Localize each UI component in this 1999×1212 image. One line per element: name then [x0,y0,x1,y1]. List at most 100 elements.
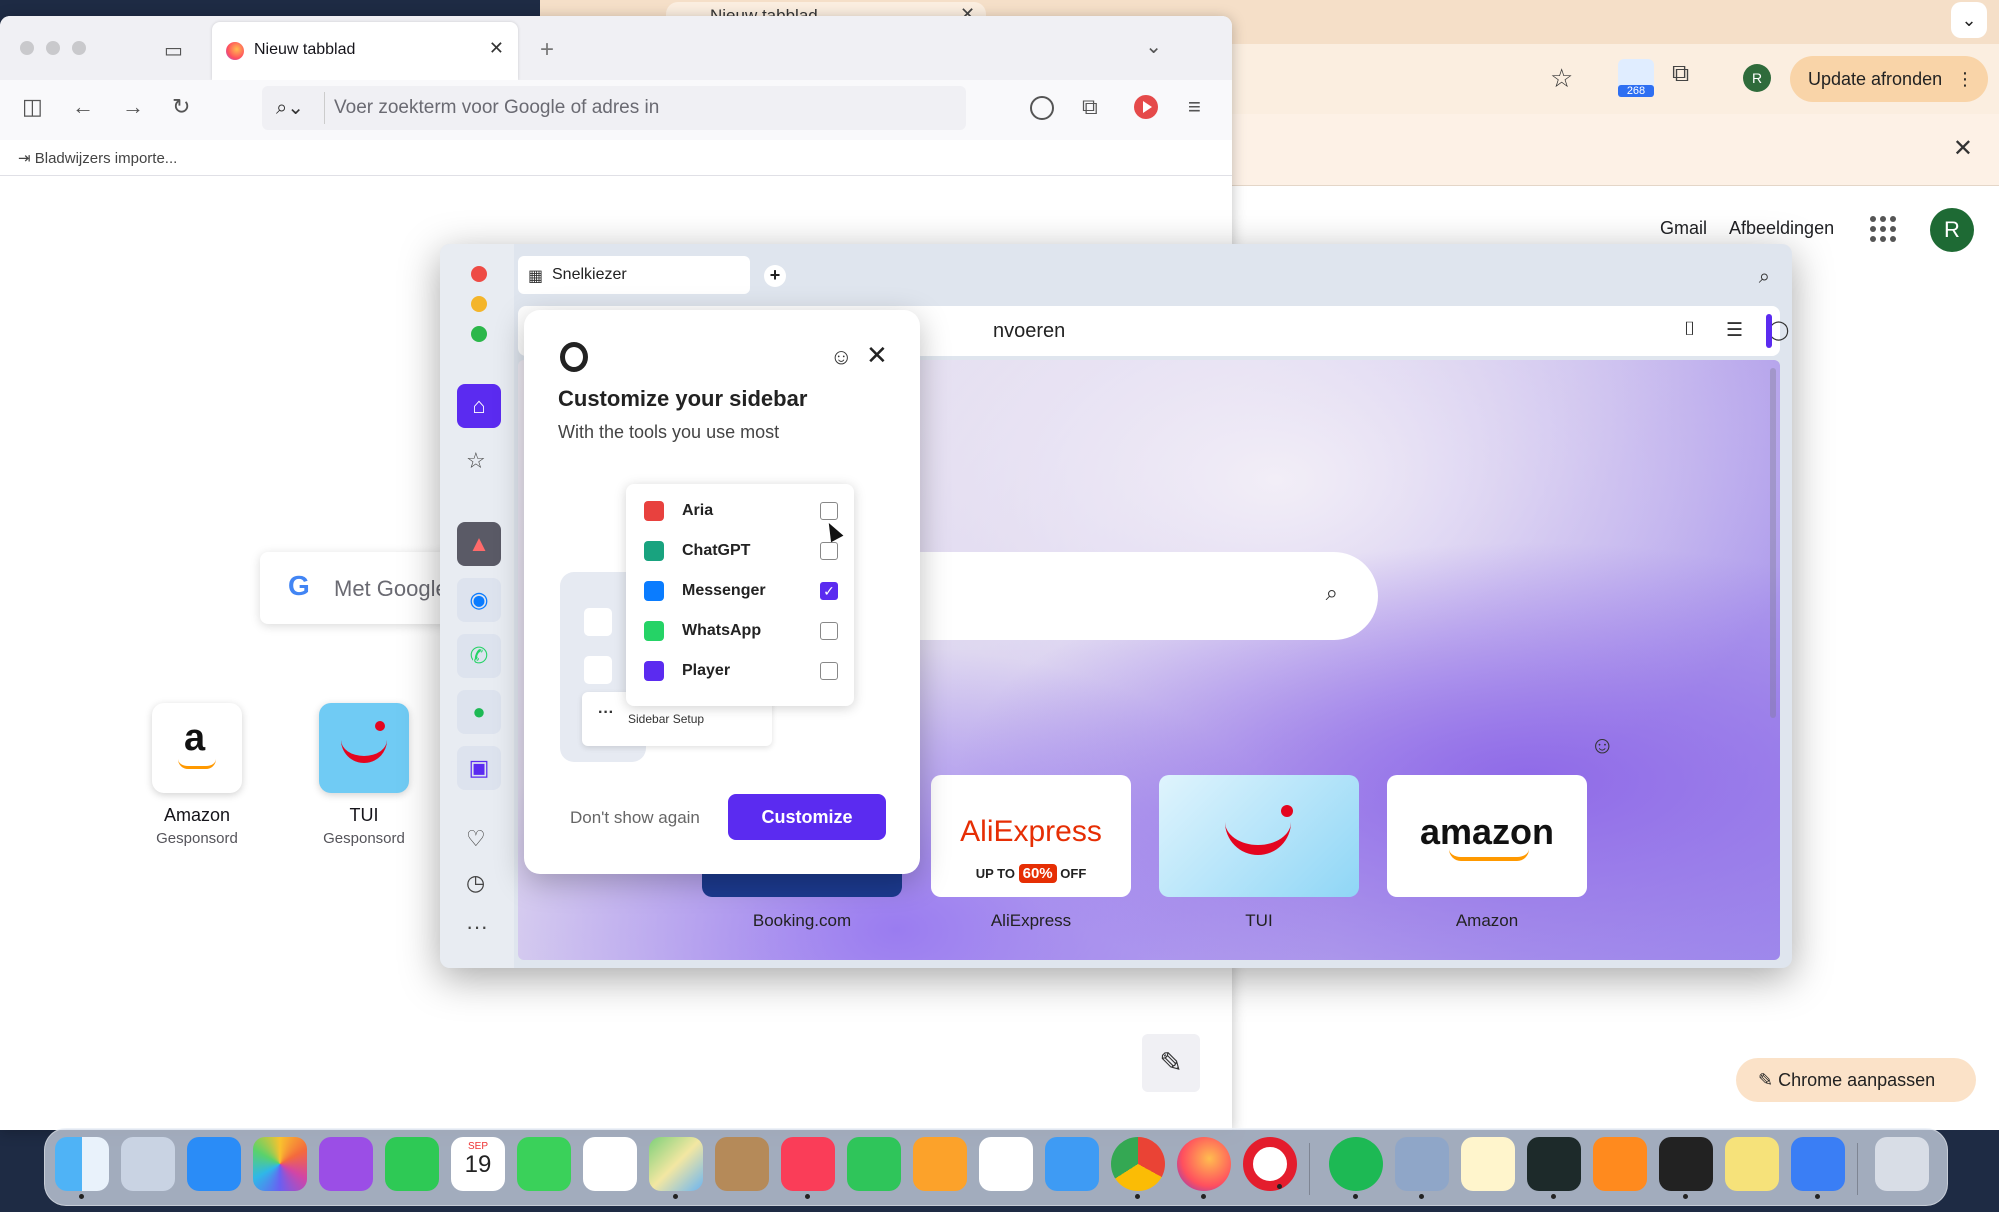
opera-icon[interactable] [1243,1137,1297,1191]
books-icon[interactable] [1593,1137,1647,1191]
address-input[interactable]: nvoeren [993,320,1065,343]
extension-badge-icon[interactable]: 268 [1618,59,1654,97]
new-tab-plus-icon[interactable]: + [540,36,554,64]
hamburger-menu-icon[interactable]: ≡ [1188,94,1201,120]
finder-icon[interactable] [55,1137,109,1199]
tool-row-whatsapp[interactable]: WhatsApp [644,616,844,646]
url-input[interactable]: Voer zoekterm voor Google of adres in [334,97,659,119]
freeform-icon[interactable] [979,1137,1033,1191]
customize-pencil-icon[interactable]: ✎ [1142,1034,1200,1092]
zoom-traffic-light[interactable] [72,41,86,55]
import-bookmarks-link[interactable]: ⇥ Bladwijzers importe... [18,149,177,167]
whatsapp-icon[interactable]: ✆ [457,634,501,678]
spotify-icon[interactable] [1329,1137,1383,1199]
messenger-icon[interactable]: ◉ [457,578,501,622]
snapshot-camera-icon[interactable]: ⌷ [1684,319,1695,341]
new-tab-plus-icon[interactable]: + [764,265,786,287]
history-clock-icon[interactable]: ◷ [466,870,485,896]
photos-icon[interactable] [253,1137,307,1191]
firefox-view-icon[interactable]: ▭ [164,38,183,63]
more-dots-icon[interactable]: ··· [466,914,488,940]
mail-icon[interactable] [187,1137,241,1191]
smiley-feedback-icon[interactable]: ☺ [1590,732,1615,760]
chrome-tab-search-chevron-icon[interactable]: ⌄ [1951,2,1987,38]
zoom-traffic-light[interactable] [471,326,487,342]
reload-icon[interactable]: ↻ [172,94,190,120]
numbers-icon[interactable] [847,1137,901,1191]
forward-arrow-icon[interactable]: → [122,94,144,120]
home-icon[interactable]: ⌂ [457,384,501,428]
extensions-puzzle-icon[interactable]: ⧉ [1672,60,1689,88]
back-arrow-icon[interactable]: ← [72,94,94,120]
google-apps-grid-icon[interactable] [1870,216,1896,242]
launchpad-icon[interactable] [121,1137,175,1191]
tool-row-aria[interactable]: Aria [644,496,844,526]
smiley-feedback-icon[interactable]: ☺ [830,344,852,370]
activity-monitor-icon[interactable] [1527,1137,1581,1199]
reminders-icon[interactable] [583,1137,637,1191]
chrome-profile-icon[interactable]: R [1743,64,1771,92]
sidebar-toggle-icon[interactable]: ◫ [22,94,43,120]
play-extension-icon[interactable] [1134,95,1158,119]
wallet-icon[interactable]: ▣ [457,746,501,790]
extensions-puzzle-icon[interactable]: ⧉ [1082,94,1098,120]
tool-checkbox[interactable] [820,662,838,680]
infobar-close-icon[interactable]: ✕ [1953,134,1973,163]
search-tabs-icon[interactable]: ⌕ [1759,266,1770,289]
speed-dial-tui[interactable]: TUI [1159,775,1359,931]
close-traffic-light[interactable] [20,41,34,55]
stickies-icon[interactable] [1725,1137,1779,1191]
mk-app-icon[interactable] [1791,1137,1845,1199]
account-icon[interactable] [1030,96,1054,120]
minimize-traffic-light[interactable] [471,296,487,312]
terminal-icon[interactable] [1659,1137,1713,1199]
update-button[interactable]: Update afronden ⋮ [1790,56,1988,102]
trash-icon[interactable] [1875,1137,1929,1191]
firefox-tab[interactable]: Nieuw tabblad ✕ [212,22,518,80]
safari-icon[interactable] [1045,1137,1099,1191]
minimize-traffic-light[interactable] [46,41,60,55]
firefox-tab-close-icon[interactable]: ✕ [489,38,504,59]
podcasts-icon[interactable] [319,1137,373,1191]
close-traffic-light[interactable] [471,266,487,282]
top-site-amazon[interactable]: a Amazon Gesponsord [127,703,267,847]
heart-icon[interactable]: ♡ [466,826,486,852]
firefox-icon[interactable] [1177,1137,1231,1199]
tool-checkbox[interactable] [820,502,838,520]
images-link[interactable]: Afbeeldingen [1729,218,1834,239]
tool-row-messenger[interactable]: Messenger ✓ [644,576,844,606]
music-icon[interactable] [781,1137,835,1199]
calendar-icon[interactable]: SEP 19 [451,1137,505,1191]
aria-icon[interactable]: ▲ [457,522,501,566]
firefox-url-bar[interactable]: ⌕⌄ Voer zoekterm voor Google of adres in [262,86,966,130]
messages-icon[interactable] [517,1137,571,1191]
tool-row-chatgpt[interactable]: ChatGPT [644,536,844,566]
scrollbar[interactable] [1770,368,1776,718]
chrome-customize-button[interactable]: ✎ Chrome aanpassen [1736,1058,1976,1102]
gmail-link[interactable]: Gmail [1660,218,1707,239]
list-all-tabs-chevron-icon[interactable]: ⌄ [1145,34,1162,59]
easy-setup-sliders-icon[interactable]: ☰ [1726,319,1743,342]
google-account-avatar[interactable]: R [1930,208,1974,252]
tool-checkbox-checked[interactable]: ✓ [820,582,838,600]
close-icon[interactable]: ✕ [866,340,888,371]
chrome-icon[interactable] [1111,1137,1165,1199]
customize-button[interactable]: Customize [728,794,886,840]
tool-checkbox[interactable] [820,622,838,640]
spotify-icon[interactable]: ● [457,690,501,734]
tool-checkbox[interactable] [820,542,838,560]
notes-icon[interactable] [1461,1137,1515,1191]
pinboards-star-icon[interactable]: ☆ [466,448,486,474]
speed-dial-aliexpress[interactable]: AliExpress UP TO 60% OFF AliExpress [931,775,1131,931]
pages-icon[interactable] [913,1137,967,1191]
bookmark-star-icon[interactable]: ☆ [1550,63,1573,94]
preview-icon[interactable] [1395,1137,1449,1199]
tool-row-player[interactable]: Player [644,656,844,686]
search-icon[interactable]: ⌕ [1326,580,1338,606]
maps-icon[interactable] [649,1137,703,1199]
dont-show-again-link[interactable]: Don't show again [570,808,700,828]
speed-dial-amazon[interactable]: amazon Amazon [1387,775,1587,931]
contacts-icon[interactable] [715,1137,769,1191]
search-engine-icon[interactable]: ⌕⌄ [276,95,304,120]
facetime-icon[interactable] [385,1137,439,1191]
